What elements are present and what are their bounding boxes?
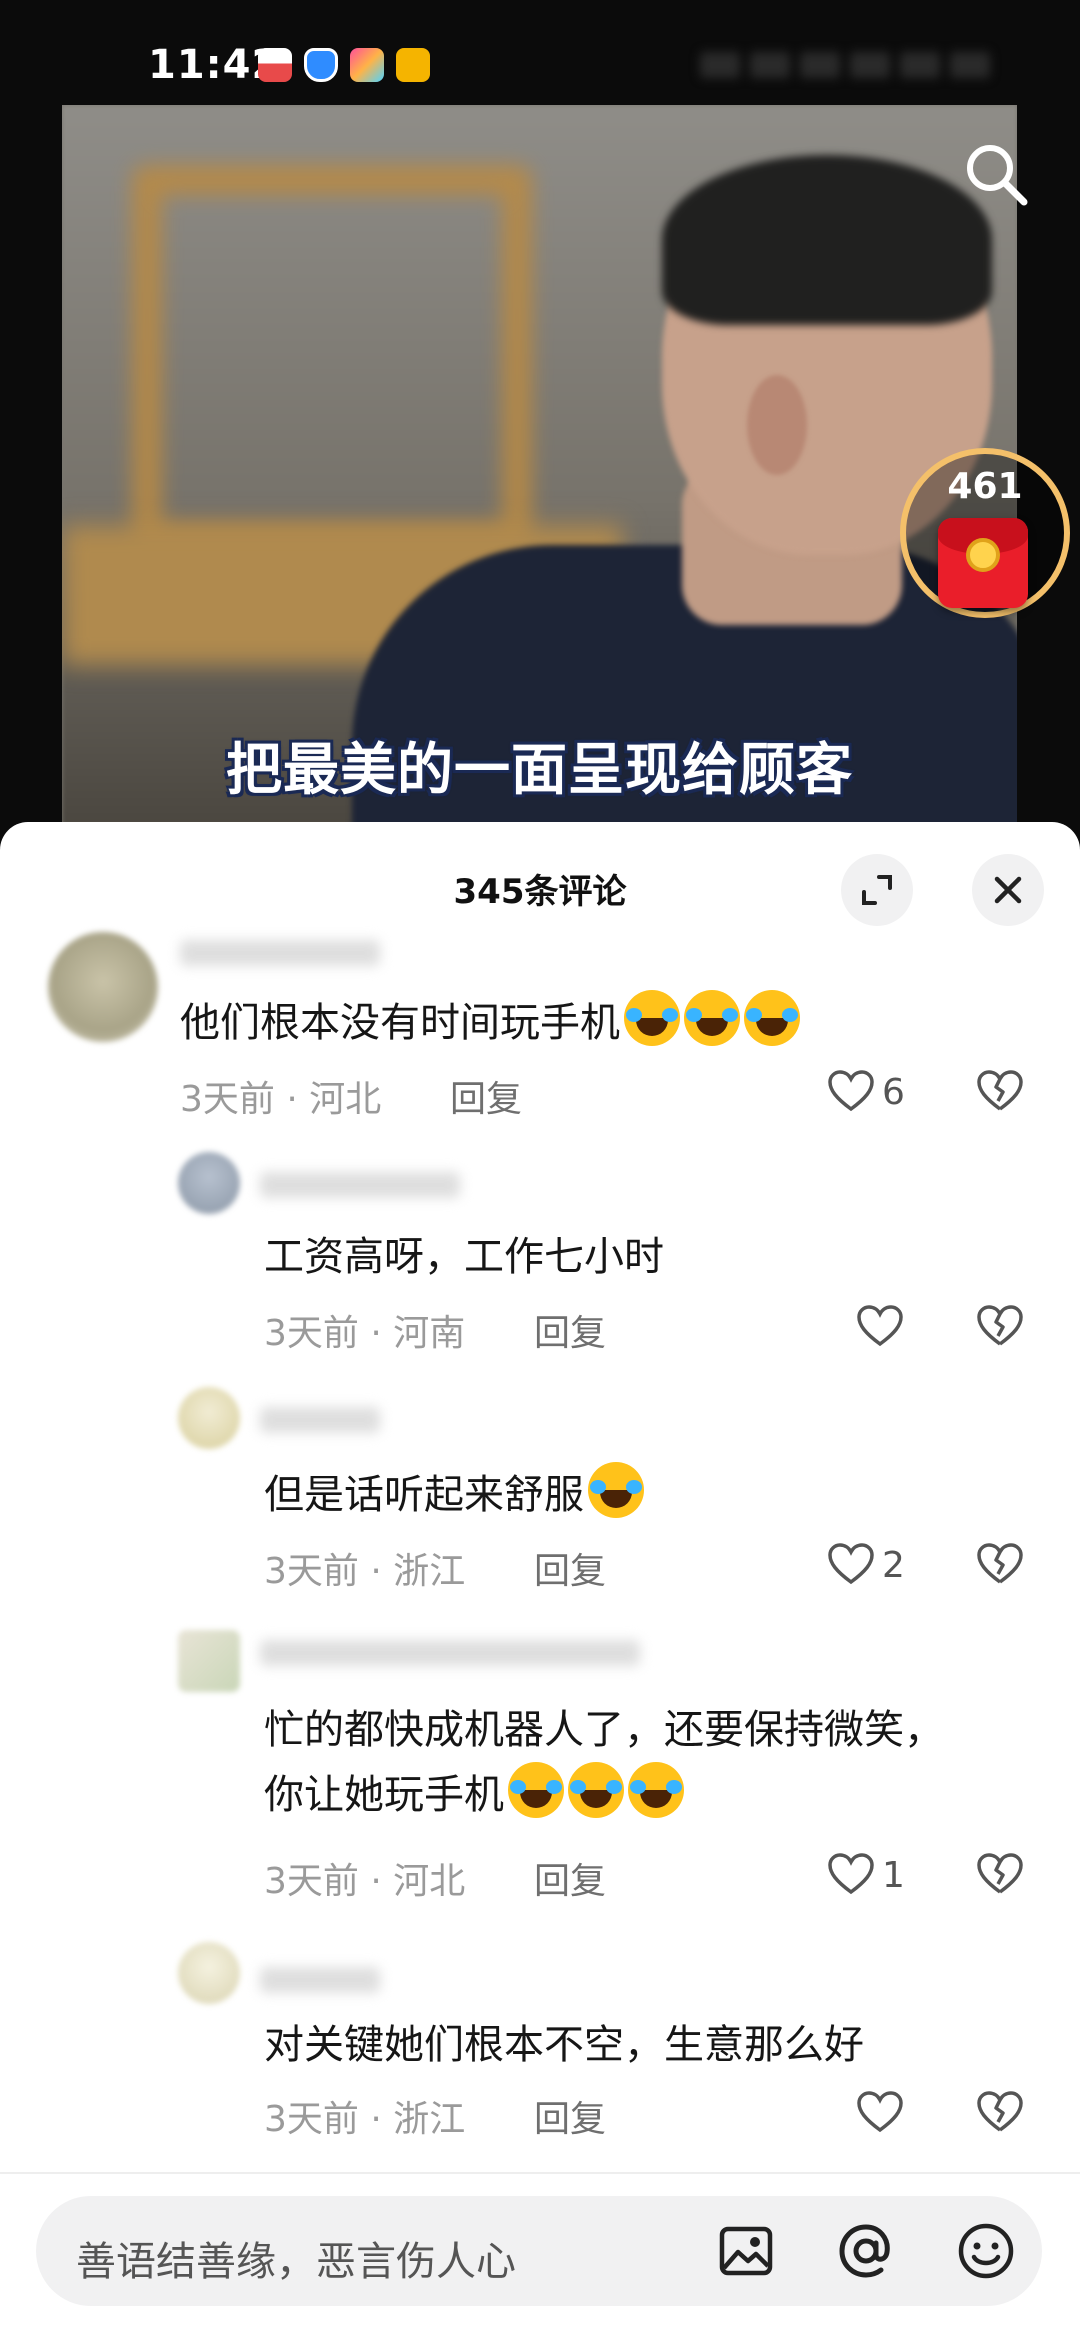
comment-text[interactable]: 忙的都快成机器人了，还要保持微笑， [264,1700,944,1760]
shield-app-icon [304,48,338,82]
broken-heart-icon [977,1543,1023,1584]
comment-meta: 3天前 · 河北 [180,1079,382,1120]
comment-text[interactable]: 他们根本没有时间玩手机 [180,990,800,1053]
broken-heart-icon [977,1853,1023,1894]
avatar[interactable] [48,932,158,1042]
like-count: 2 [882,1544,905,1586]
video-subtitle: 把最美的一面呈现给顾客 [226,738,853,803]
dislike-button[interactable] [975,2088,1025,2138]
emoji-icon[interactable] [956,2221,1016,2281]
broken-heart-icon [977,1305,1023,1346]
video-player[interactable]: 把最美的一面呈现给顾客 [62,105,1017,825]
laugh-cry-emoji [508,1762,564,1818]
broken-heart-icon [977,2091,1023,2132]
username[interactable] [260,1967,380,1993]
avatar[interactable] [178,1152,240,1214]
reply-button[interactable]: 回复 [534,1304,606,1356]
comment-meta: 3天前 · 浙江 [264,2099,466,2140]
laugh-cry-emoji [568,1762,624,1818]
dislike-button[interactable] [975,1850,1025,1900]
expand-button[interactable] [841,854,913,926]
broken-heart-icon [977,1070,1023,1111]
comment-meta: 3天前 · 河南 [264,1313,466,1354]
red-packet-count: 461 [947,466,1023,507]
heart-icon [828,1853,874,1895]
comments-sheet: 345条评论 他们根本没有时间玩手机 3天前 · 河北 回复 6 工资高呀，工作… [0,822,1080,2340]
laugh-cry-emoji [588,1462,644,1518]
username[interactable] [180,940,380,966]
avatar[interactable] [178,1630,240,1692]
comment-input-placeholder: 善语结善缘，恶言伤人心 [76,2239,516,2285]
comment-text-line2[interactable]: 你让她玩手机 [264,1762,684,1825]
heart-icon [857,1305,903,1347]
close-button[interactable] [972,854,1044,926]
comment-text[interactable]: 工资高呀，工作七小时 [264,1227,664,1287]
heart-icon [828,1070,874,1112]
like-button[interactable]: 1 [826,1850,905,1900]
comment-input[interactable]: 善语结善缘，恶言伤人心 [36,2196,1042,2306]
like-button[interactable] [855,2088,911,2138]
laugh-cry-emoji [624,990,680,1046]
heart-icon [857,2091,903,2133]
reply-button[interactable]: 回复 [450,1070,522,1122]
comment-text[interactable]: 但是话听起来舒服 [264,1462,644,1525]
search-icon[interactable] [962,140,1032,210]
like-button[interactable]: 2 [826,1540,905,1590]
comment-meta: 3天前 · 河北 [264,1861,466,1902]
avatar[interactable] [178,1942,240,2004]
like-button[interactable]: 6 [826,1067,905,1117]
dislike-button[interactable] [975,1067,1025,1117]
image-icon[interactable] [716,2221,776,2281]
input-divider [0,2172,1080,2174]
heart-icon [828,1543,874,1585]
reply-button[interactable]: 回复 [534,1542,606,1594]
close-icon [994,876,1022,904]
comment-meta: 3天前 · 浙江 [264,1551,466,1592]
status-indicators [700,45,1040,85]
username[interactable] [260,1407,380,1433]
reply-button[interactable]: 回复 [534,2090,606,2142]
comments-count-title: 345条评论 [453,872,627,912]
expand-icon [862,875,892,905]
username[interactable] [260,1640,640,1666]
status-bar: 11:42 [0,0,1080,105]
reply-button[interactable]: 回复 [534,1852,606,1904]
laugh-cry-emoji [684,990,740,1046]
laugh-cry-emoji [744,990,800,1046]
avatar[interactable] [178,1387,240,1449]
dislike-button[interactable] [975,1302,1025,1352]
video-background-chair [132,165,532,555]
username[interactable] [260,1172,460,1198]
yellow-app-icon [396,48,430,82]
laugh-cry-emoji [628,1762,684,1818]
red-packet-reward[interactable]: 461 [900,448,1070,618]
like-button[interactable] [855,1302,911,1352]
red-packet-icon [938,518,1028,608]
colorful-app-icon [350,48,384,82]
dislike-button[interactable] [975,1540,1025,1590]
like-count: 1 [882,1854,905,1896]
mention-icon[interactable] [836,2221,896,2281]
calendar-app-icon [258,48,292,82]
like-count: 6 [882,1071,905,1113]
comment-text[interactable]: 对关键她们根本不空，生意那么好 [264,2015,864,2075]
